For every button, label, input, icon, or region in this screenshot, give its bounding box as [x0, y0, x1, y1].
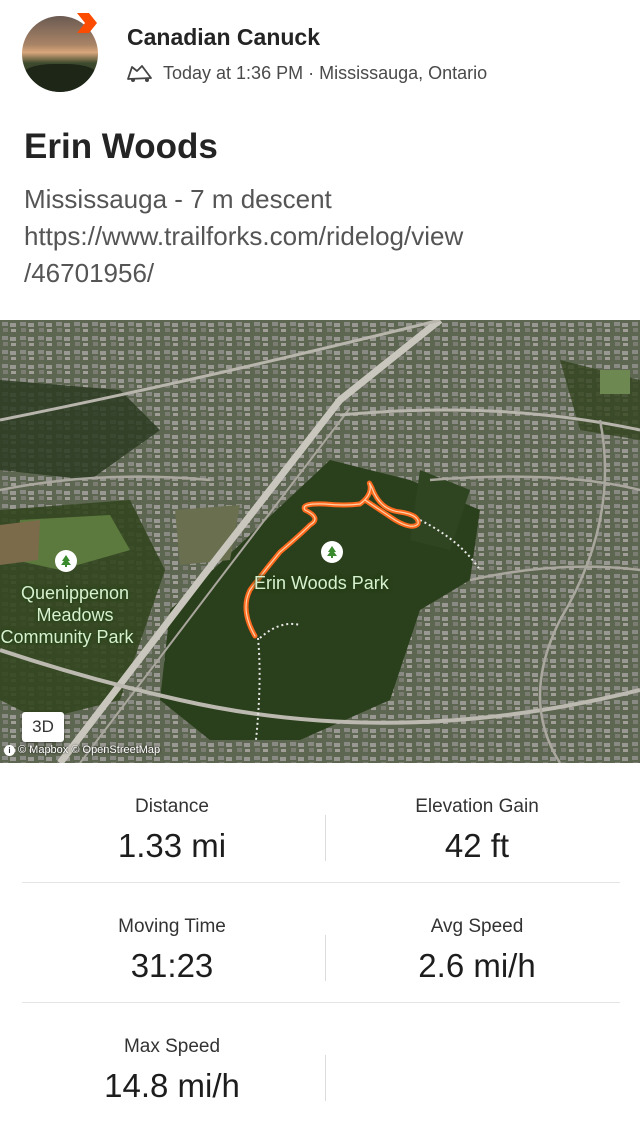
park-label-line: Quenippenon: [20, 583, 130, 603]
park-tree-icon: [55, 550, 77, 572]
stat-label: Moving Time: [118, 916, 226, 937]
stat-divider: [325, 1055, 326, 1101]
stats-row: Distance 1.33 mi Elevation Gain 42 ft: [22, 763, 620, 883]
stats-row: Max Speed 14.8 mi/h: [22, 1003, 620, 1123]
description-link[interactable]: /46701956/: [24, 255, 614, 292]
stat-value: 1.33 mi: [117, 827, 227, 864]
description-line: Mississauga - 7 m descent: [24, 184, 332, 214]
activity-meta: Today at 1:36 PM · Mississauga, Ontario: [125, 62, 487, 84]
bike-ride-icon: [127, 65, 152, 82]
stat-elevation-gain: Elevation Gain 42 ft: [327, 763, 627, 865]
stat-label: Elevation Gain: [415, 796, 539, 817]
3d-toggle-button[interactable]: 3D: [22, 712, 64, 742]
stat-max-speed: Max Speed 14.8 mi/h: [22, 1003, 322, 1105]
activity-meta-text: Today at 1:36 PM · Mississauga, Ontario: [163, 62, 488, 83]
stat-divider: [325, 935, 326, 981]
info-icon[interactable]: i: [4, 744, 15, 756]
activity-stats: Distance 1.33 mi Elevation Gain 42 ft Mo…: [22, 763, 620, 1123]
park-label-line: Meadows: [36, 605, 114, 625]
strava-badge-icon: [77, 13, 97, 33]
attribution-text[interactable]: © Mapbox © OpenStreetMap: [18, 744, 160, 756]
stat-divider: [325, 815, 326, 861]
stat-label: Distance: [135, 796, 209, 817]
route-map[interactable]: Quenippenon Meadows Community Park Erin …: [0, 320, 640, 763]
stats-row: Moving Time 31:23 Avg Speed 2.6 mi/h: [22, 883, 620, 1003]
stat-moving-time: Moving Time 31:23: [22, 883, 322, 985]
description-link[interactable]: https://www.trailforks.com/ridelog/view: [24, 218, 614, 255]
stat-distance: Distance 1.33 mi: [22, 763, 322, 865]
stat-avg-speed: Avg Speed 2.6 mi/h: [327, 883, 627, 985]
park-label-erin-woods: Erin Woods Park: [254, 573, 389, 593]
stat-label: Max Speed: [123, 1036, 221, 1057]
activity-description: Mississauga - 7 m descent https://www.tr…: [24, 181, 614, 292]
stat-value: 2.6 mi/h: [418, 947, 536, 984]
user-name[interactable]: Canadian Canuck: [127, 24, 320, 51]
park-label-line: Community Park: [0, 627, 134, 647]
stat-value: 42 ft: [444, 827, 510, 864]
map-attribution[interactable]: i © Mapbox © OpenStreetMap: [4, 744, 160, 756]
stat-value: 31:23: [130, 947, 214, 984]
stat-value: 14.8 mi/h: [104, 1067, 240, 1104]
park-label-quenippenon: Quenippenon Meadows Community Park: [0, 582, 150, 648]
avatar-scenery: [22, 64, 98, 92]
post-header: Canadian Canuck Today at 1:36 PM · Missi…: [0, 0, 640, 110]
satellite-map: [0, 320, 640, 763]
activity-title[interactable]: Erin Woods: [24, 127, 218, 167]
park-tree-icon: [321, 541, 343, 563]
stat-label: Avg Speed: [430, 916, 524, 937]
